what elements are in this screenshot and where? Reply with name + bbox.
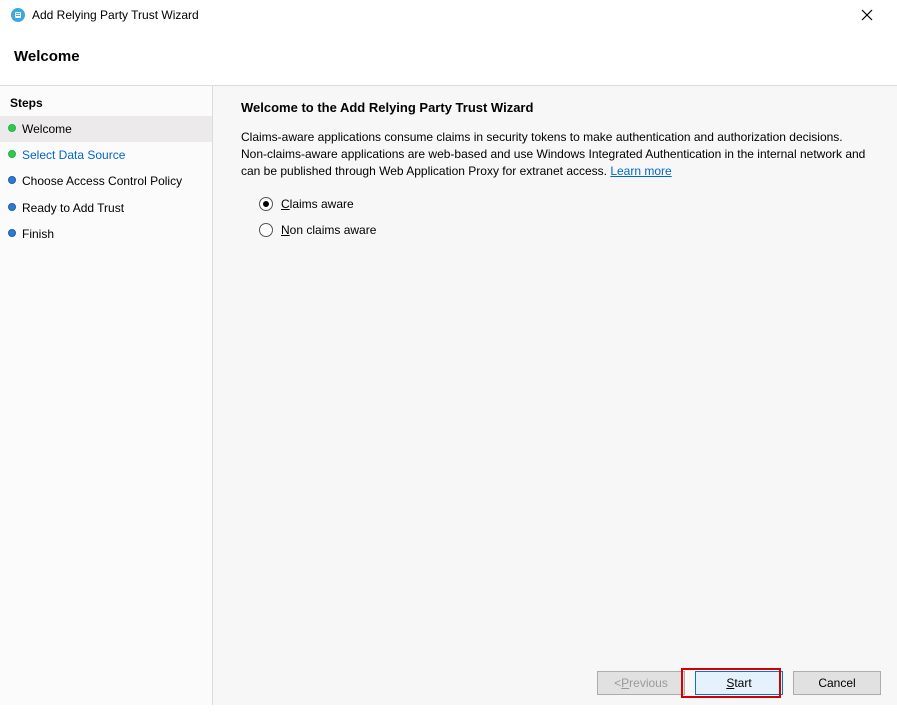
main-panel: Welcome to the Add Relying Party Trust W… [213,86,897,705]
radio-icon [259,197,273,211]
bullet-icon [8,176,16,184]
step-label: Finish [22,226,54,242]
step-label: Choose Access Control Policy [22,173,182,189]
step-label: Ready to Add Trust [22,200,124,216]
titlebar: Add Relying Party Trust Wizard [0,0,897,30]
steps-sidebar: Steps Welcome Select Data Source Choose … [0,86,213,705]
step-welcome[interactable]: Welcome [0,116,212,142]
wizard-icon [10,7,26,23]
step-finish[interactable]: Finish [0,221,212,247]
window-title: Add Relying Party Trust Wizard [32,8,199,22]
button-bar: < Previous Start Cancel [213,671,897,695]
step-ready-to-add-trust[interactable]: Ready to Add Trust [0,195,212,221]
start-button[interactable]: Start [695,671,783,695]
learn-more-link[interactable]: Learn more [610,164,671,178]
step-label: Welcome [22,121,72,137]
steps-label: Steps [0,92,212,116]
radio-claims-aware[interactable]: Claims aware [259,197,869,211]
step-select-data-source[interactable]: Select Data Source [0,142,212,168]
claims-radio-group: Claims aware Non claims aware [241,197,869,237]
bullet-icon [8,124,16,132]
previous-button: < Previous [597,671,685,695]
step-label: Select Data Source [22,147,125,163]
radio-label: Claims aware [281,197,354,211]
page-header: Welcome [0,30,897,85]
main-description: Claims-aware applications consume claims… [241,129,869,179]
step-choose-access-control-policy[interactable]: Choose Access Control Policy [0,168,212,194]
wizard-body: Steps Welcome Select Data Source Choose … [0,85,897,705]
radio-non-claims-aware[interactable]: Non claims aware [259,223,869,237]
bullet-icon [8,229,16,237]
description-text: Claims-aware applications consume claims… [241,130,865,178]
main-title: Welcome to the Add Relying Party Trust W… [241,100,869,115]
bullet-icon [8,203,16,211]
page-title: Welcome [14,48,883,65]
radio-icon [259,223,273,237]
bullet-icon [8,150,16,158]
cancel-button[interactable]: Cancel [793,671,881,695]
radio-label: Non claims aware [281,223,376,237]
close-button[interactable] [847,3,887,27]
